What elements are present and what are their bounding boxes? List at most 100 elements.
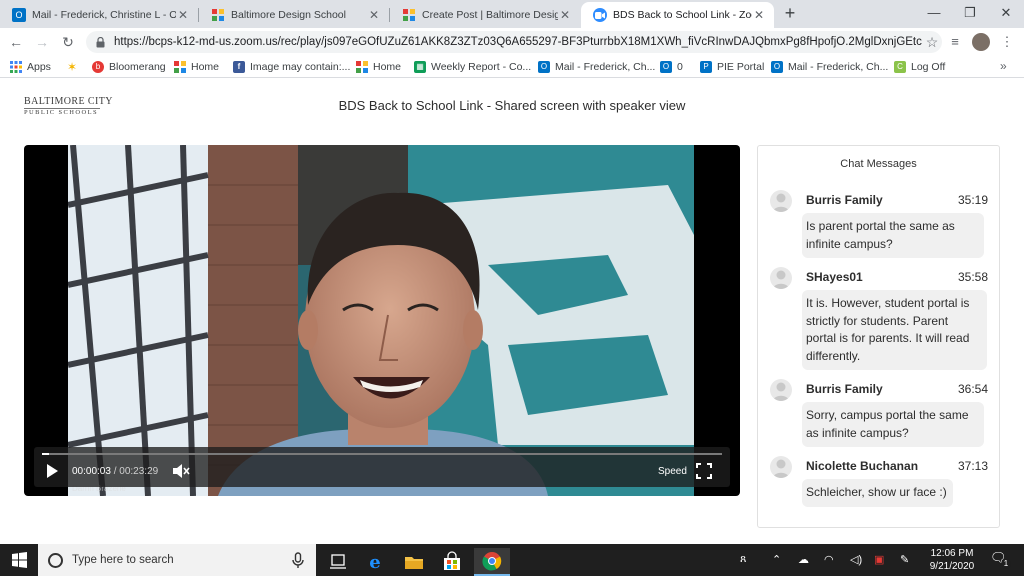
forward-icon[interactable]: → [32, 32, 52, 52]
file-explorer-icon[interactable] [396, 548, 432, 576]
clock-date: 9/21/2020 [929, 561, 975, 572]
bookmark-label: Bloomerang [109, 61, 166, 73]
back-icon[interactable]: ← [6, 32, 26, 52]
store-icon[interactable] [434, 548, 470, 576]
bookmark-label: PIE Portal [717, 61, 765, 73]
bookmark-label: Mail - Frederick, Ch... [555, 61, 656, 73]
bookmark-label: 0 [677, 61, 683, 73]
message-text: Sorry, campus portal the same as infinit… [802, 402, 984, 447]
cortana-icon [48, 552, 63, 568]
tab-mail[interactable]: O Mail - Frederick, Christine L - Out ✕ [0, 2, 198, 28]
outlook-icon: O [771, 61, 783, 73]
message-text: Is parent portal the same as infinite ca… [802, 213, 984, 258]
user-avatar-icon [770, 456, 792, 478]
video-player[interactable]: Darrin Brazerie 00:00:03 / 00:23:29 Spee… [24, 145, 740, 496]
star-burst-icon: ✶ [66, 60, 78, 74]
bookmark-weekly-report[interactable]: ▦ Weekly Report - Co... [414, 59, 531, 75]
grid-icon [356, 61, 368, 73]
close-icon[interactable]: ✕ [752, 8, 766, 22]
windows-start-icon[interactable] [0, 544, 38, 576]
player-controls: 00:00:03 / 00:23:29 Speed [34, 447, 730, 487]
tab-zoom-recording[interactable]: BDS Back to School Link - Zoom ✕ [581, 2, 774, 28]
close-window-icon[interactable]: ✕ [984, 0, 1024, 28]
media-playlist-icon[interactable]: ≡ [946, 34, 964, 50]
zoom-recording-page: BALTIMORE CITY PUBLIC SCHOOLS BDS Back t… [0, 79, 1024, 544]
bookmark-mail[interactable]: O Mail - Frederick, Ch... [538, 59, 655, 75]
page-title: BDS Back to School Link - Shared screen … [338, 98, 686, 113]
chat-panel: Chat Messages Burris Family 35:19 Is par… [757, 145, 1000, 528]
profile-avatar[interactable] [972, 33, 990, 51]
new-tab-button[interactable]: + [780, 3, 800, 23]
bookmark-apps[interactable]: Apps [10, 59, 51, 75]
people-icon[interactable]: ጸ [740, 553, 746, 566]
bookmark-log-off[interactable]: C Log Off [894, 59, 945, 75]
message-sender: Burris Family [806, 193, 883, 207]
chrome-icon[interactable] [474, 548, 510, 576]
bookmark-outlook-count[interactable]: O 0 [660, 59, 683, 75]
close-icon[interactable]: ✕ [558, 8, 572, 22]
bookmark-home[interactable]: Home [174, 59, 219, 75]
message-text: It is. However, student portal is strict… [802, 290, 987, 370]
speaker-icon[interactable]: ◁) [850, 553, 862, 566]
time-separator: / [113, 466, 117, 477]
speaker-video-frame [68, 145, 694, 496]
browser-toolbar: ← → ↻ https://bcps-k12-md-us.zoom.us/rec… [0, 28, 1024, 56]
bookmark-label: Mail - Frederick, Ch... [788, 61, 889, 73]
user-avatar-icon [770, 379, 792, 401]
edge-icon[interactable]: e [357, 548, 393, 576]
bookmark-label: Image may contain:... [250, 61, 351, 73]
fullscreen-icon[interactable] [696, 463, 712, 479]
close-icon[interactable]: ✕ [367, 8, 381, 22]
tab-baltimore-design-school[interactable]: Baltimore Design School ✕ [199, 2, 389, 28]
bookmark-star-icon[interactable]: ☆ [922, 34, 942, 51]
progress-fill [42, 453, 49, 455]
play-icon[interactable] [44, 463, 60, 479]
browser-tab-strip: O Mail - Frederick, Christine L - Out ✕ … [0, 0, 1024, 28]
wifi-icon[interactable]: ◠ [824, 553, 834, 566]
facebook-icon: f [233, 61, 245, 73]
microphone-icon[interactable] [288, 550, 308, 570]
volume-icon[interactable] [172, 463, 190, 479]
speed-button[interactable]: Speed [658, 466, 687, 477]
address-bar[interactable]: https://bcps-k12-md-us.zoom.us/rec/play/… [86, 31, 942, 53]
notification-count: 1 [1001, 559, 1011, 569]
message-sender: Nicolette Buchanan [806, 459, 919, 473]
bookmark-home-2[interactable]: Home [356, 59, 401, 75]
message-time: 35:58 [957, 270, 988, 284]
url-text: https://bcps-k12-md-us.zoom.us/rec/play/… [114, 36, 922, 48]
logoff-icon: C [894, 61, 906, 73]
alert-icon[interactable]: ▣ [874, 553, 884, 566]
bookmark-star[interactable]: ✶ [66, 59, 83, 75]
progress-bar[interactable] [42, 453, 722, 455]
chat-header: Chat Messages [840, 158, 917, 170]
sheets-icon: ▦ [414, 61, 426, 73]
duration: 00:23:29 [119, 466, 159, 477]
message-time: 35:19 [957, 193, 988, 207]
outlook-icon: O [538, 61, 550, 73]
bookmark-label: Weekly Report - Co... [431, 61, 532, 73]
cloud-icon[interactable]: ☁ [798, 553, 809, 566]
lock-icon [96, 36, 106, 48]
grid-icon [402, 8, 416, 22]
bookmark-bloomerang[interactable]: b Bloomerang [92, 59, 166, 75]
reload-icon[interactable]: ↻ [58, 32, 78, 52]
pen-icon[interactable]: ✎ [900, 553, 909, 566]
message-text: Schleicher, show ur face :) [802, 479, 953, 507]
bookmark-facebook[interactable]: f Image may contain:... [233, 59, 350, 75]
tab-title: BDS Back to School Link - Zoom [613, 9, 752, 21]
tab-create-post[interactable]: Create Post | Baltimore Design Sc ✕ [390, 2, 580, 28]
task-view-icon[interactable] [320, 548, 356, 576]
bookmark-label: Log Off [911, 61, 946, 73]
menu-kebab-icon[interactable]: ⋮ [998, 34, 1016, 50]
system-clock[interactable]: 12:06 PM 9/21/2020 [920, 547, 984, 573]
chevron-up-icon[interactable]: ⌃ [772, 553, 781, 566]
bookmark-pie-portal[interactable]: P PIE Portal [700, 59, 764, 75]
chevron-more-icon[interactable]: » [1000, 59, 1007, 73]
close-icon[interactable]: ✕ [176, 8, 190, 22]
bookmarks-bar: Apps ✶ b Bloomerang Home f Image may con… [0, 56, 1024, 78]
search-placeholder: Type here to search [72, 554, 174, 566]
bookmark-mail-2[interactable]: O Mail - Frederick, Ch... [771, 59, 888, 75]
tab-title: Baltimore Design School [231, 9, 346, 21]
taskbar-search-box[interactable]: Type here to search [38, 544, 316, 576]
message-time: 37:13 [957, 459, 988, 473]
